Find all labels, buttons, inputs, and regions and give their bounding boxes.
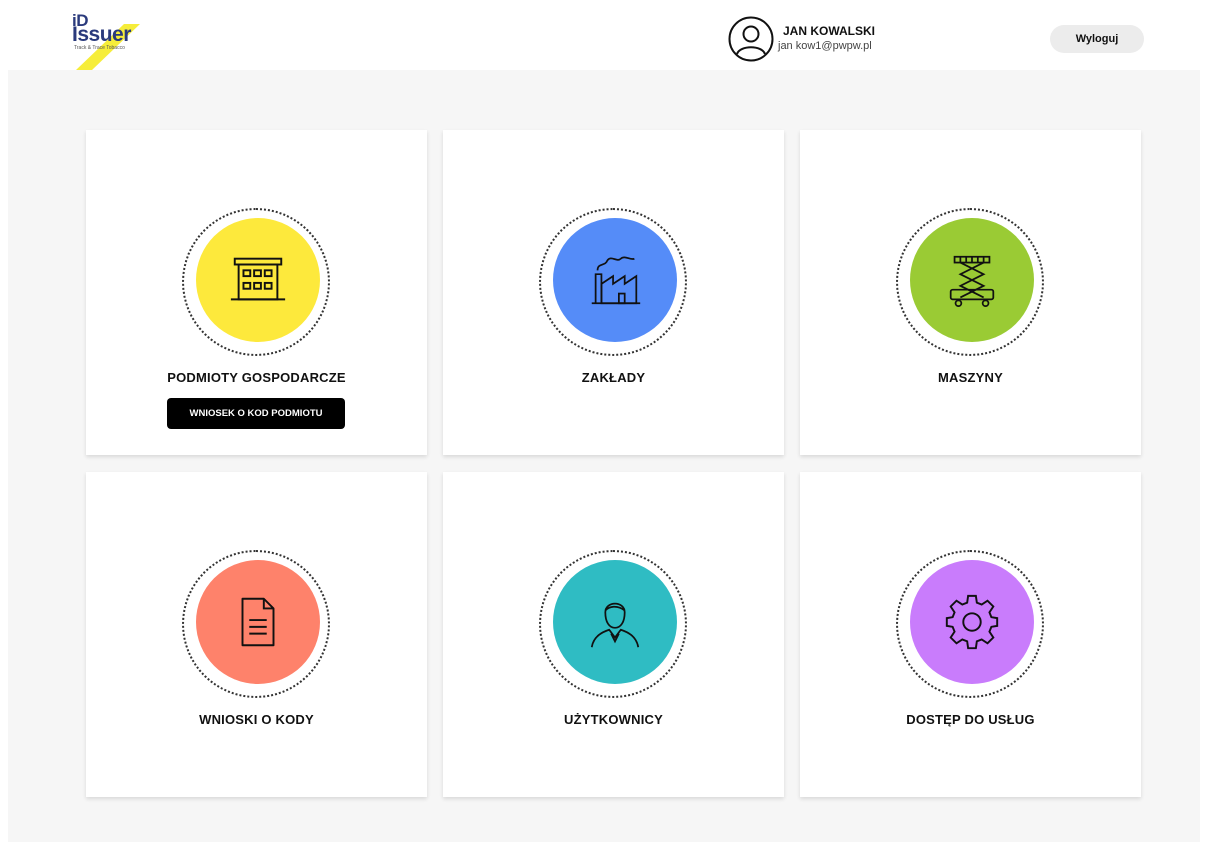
- icon-circle: [196, 560, 320, 684]
- gear-icon: [945, 594, 999, 650]
- card-title: DOSTĘP DO USŁUG: [906, 712, 1035, 727]
- factory-icon: [591, 256, 641, 305]
- card-title: WNIOSKI O KODY: [199, 712, 314, 727]
- logo-tagline: Track & Trace Tobacco: [74, 45, 125, 51]
- icon-circle: [553, 218, 677, 342]
- card-maszyny[interactable]: MASZYNY: [800, 130, 1141, 455]
- building-icon: [230, 257, 286, 301]
- card-uzytkownicy[interactable]: UŻYTKOWNICY: [443, 472, 784, 797]
- document-icon: [241, 597, 275, 647]
- header: iD Issuer Track & Trace Tobacco JAN KOWA…: [0, 0, 1208, 70]
- card-podmioty-gospodarcze[interactable]: PODMIOTY GOSPODARCZE WNIOSEK O KOD PODMI…: [86, 130, 427, 455]
- dashboard: PODMIOTY GOSPODARCZE WNIOSEK O KOD PODMI…: [8, 70, 1200, 842]
- icon-circle: [553, 560, 677, 684]
- card-title: ZAKŁADY: [581, 370, 646, 385]
- request-entity-code-button[interactable]: WNIOSEK O KOD PODMIOTU: [167, 398, 345, 429]
- icon-circle: [196, 218, 320, 342]
- card-zaklady[interactable]: ZAKŁADY: [443, 130, 784, 455]
- card-title: PODMIOTY GOSPODARCZE: [167, 370, 346, 385]
- logo-word: Issuer: [72, 23, 131, 46]
- card-title: UŻYTKOWNICY: [564, 712, 663, 727]
- user-email: jan kow1@pwpw.pl: [778, 40, 872, 52]
- avatar-icon: [728, 16, 774, 62]
- logout-button[interactable]: Wyloguj: [1050, 25, 1144, 53]
- icon-circle: [910, 218, 1034, 342]
- logo[interactable]: iD Issuer Track & Trace Tobacco: [72, 11, 144, 70]
- card-title: MASZYNY: [938, 370, 1003, 385]
- card-dostep-do-uslug[interactable]: DOSTĘP DO USŁUG: [800, 472, 1141, 797]
- user-icon: [590, 602, 640, 648]
- user-name: JAN KOWALSKI: [783, 24, 876, 38]
- scissor-lift-icon: [949, 255, 995, 308]
- card-wnioski-o-kody[interactable]: WNIOSKI O KODY: [86, 472, 427, 797]
- icon-circle: [910, 560, 1034, 684]
